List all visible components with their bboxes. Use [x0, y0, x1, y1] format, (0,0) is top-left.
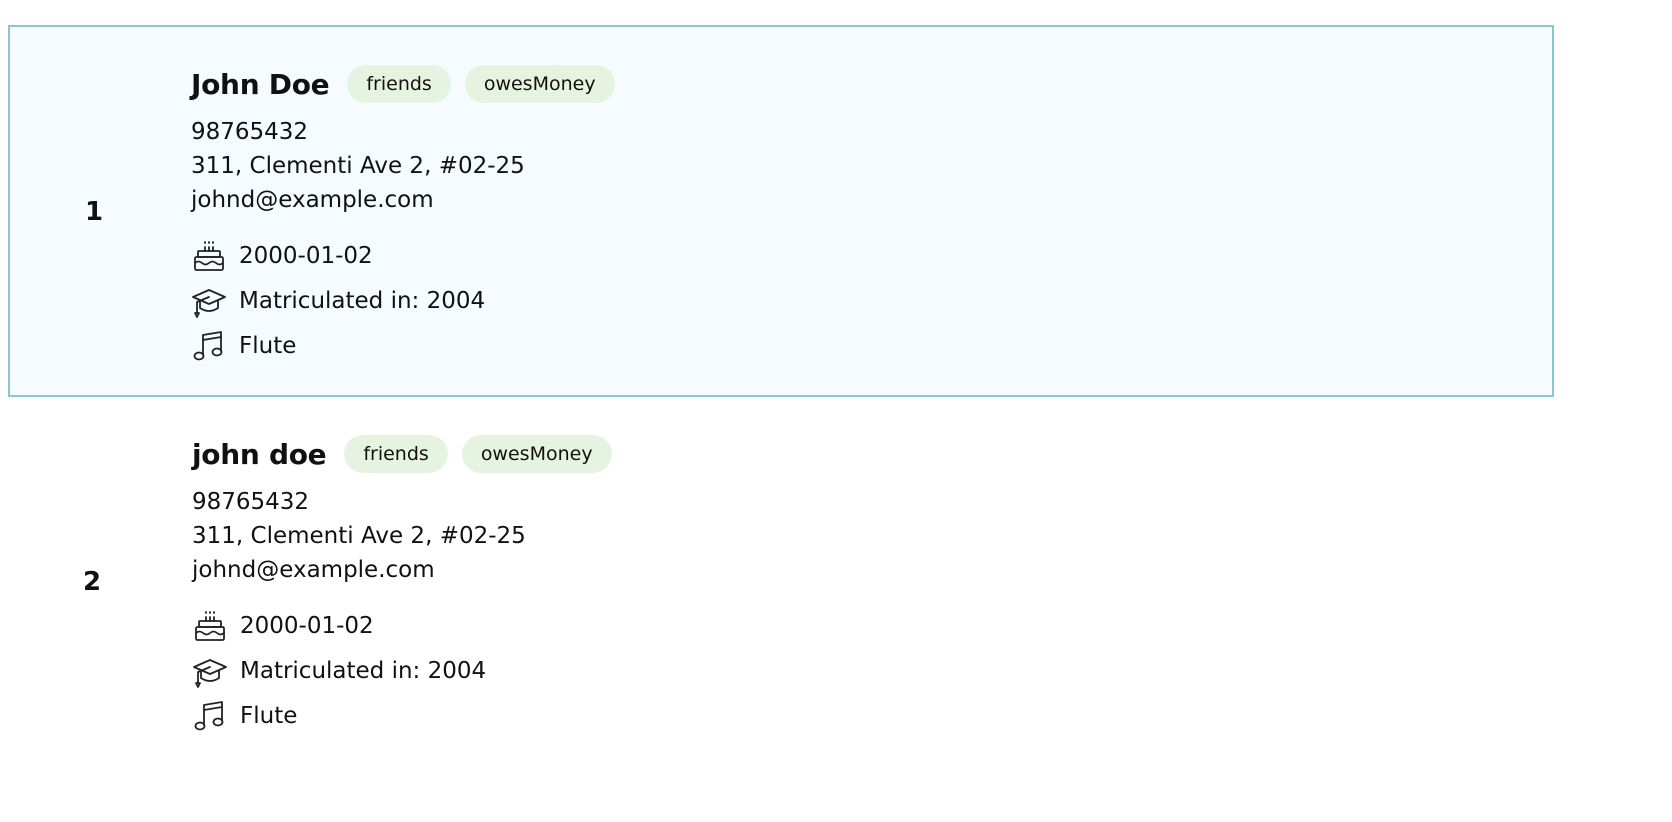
music-note-icon: [191, 328, 227, 364]
instrument-text: Flute: [240, 702, 298, 729]
birthday-text: 2000-01-02: [240, 612, 374, 639]
birthday-row: 2000-01-02: [192, 603, 626, 648]
person-address: 311, Clementi Ave 2, #02-25: [191, 153, 525, 179]
person-extras: 2000-01-02 Matriculated in: 2004 Flute: [192, 603, 626, 738]
person-phone: 98765432: [192, 489, 310, 515]
graduation-cap-icon: [191, 283, 227, 319]
person-index: 1: [85, 197, 104, 227]
instrument-text: Flute: [239, 332, 297, 359]
birthday-row: 2000-01-02: [191, 233, 629, 278]
person-card[interactable]: 1 John Doe friends owesMoney 98765432 31…: [8, 25, 1554, 397]
person-details: John Doe friends owesMoney 98765432 311,…: [191, 62, 629, 368]
name-row: john doe friends owesMoney: [192, 432, 626, 476]
tag-badge: owesMoney: [464, 65, 615, 103]
person-email: johnd@example.com: [191, 187, 434, 213]
person-address: 311, Clementi Ave 2, #02-25: [192, 523, 526, 549]
music-note-icon: [192, 698, 228, 734]
person-phone: 98765432: [191, 119, 309, 145]
person-card[interactable]: 2 john doe friends owesMoney 98765432 31…: [8, 397, 1554, 769]
cake-icon: [192, 608, 228, 644]
person-extras: 2000-01-02 Matriculated in: 2004 Flute: [191, 233, 629, 368]
person-name: john doe: [192, 437, 327, 471]
person-name: John Doe: [191, 67, 330, 101]
matriculation-text: Matriculated in: 2004: [240, 657, 487, 684]
tag-badge: friends: [344, 435, 448, 473]
graduation-cap-icon: [192, 653, 228, 689]
instrument-row: Flute: [192, 693, 626, 738]
person-list: 1 John Doe friends owesMoney 98765432 31…: [0, 0, 1672, 822]
instrument-row: Flute: [191, 323, 629, 368]
matriculation-row: Matriculated in: 2004: [192, 648, 626, 693]
tag-badge: owesMoney: [461, 435, 612, 473]
cake-icon: [191, 238, 227, 274]
name-row: John Doe friends owesMoney: [191, 62, 629, 106]
matriculation-text: Matriculated in: 2004: [239, 287, 486, 314]
birthday-text: 2000-01-02: [239, 242, 373, 269]
person-details: john doe friends owesMoney 98765432 311,…: [192, 432, 626, 738]
person-index: 2: [83, 567, 102, 597]
matriculation-row: Matriculated in: 2004: [191, 278, 629, 323]
person-email: johnd@example.com: [192, 557, 435, 583]
tag-badge: friends: [347, 65, 451, 103]
